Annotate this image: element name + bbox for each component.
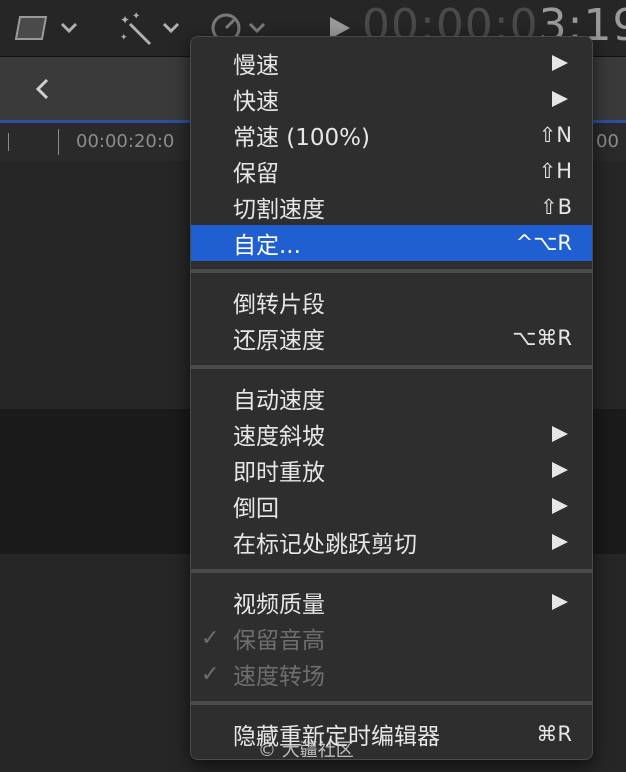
chevron-right-icon: [552, 498, 568, 514]
crop-icon: [14, 16, 48, 40]
menu-item-label: 保留: [233, 161, 279, 187]
chevron-down-icon: [162, 22, 180, 34]
menu-item-custom[interactable]: 自定... ^⌥R: [191, 225, 592, 261]
menu-item-label: 还原速度: [233, 328, 325, 354]
menu-item-label: 视频质量: [233, 592, 325, 618]
retime-context-menu: 慢速 快速 常速 (100%) ⇧N 保留 ⇧H 切割速度 ⇧B 自定... ^…: [190, 36, 593, 760]
menu-item-hide-retime-editor[interactable]: 隐藏重新定时编辑器 ⌘R: [191, 716, 592, 752]
chevron-right-icon: [552, 534, 568, 550]
menu-item-label: 自定...: [233, 233, 301, 259]
menu-item-slow[interactable]: 慢速: [191, 45, 592, 81]
menu-item-fast[interactable]: 快速: [191, 81, 592, 117]
menu-item-label: 速度转场: [233, 664, 325, 690]
crop-menu-button[interactable]: [14, 8, 80, 48]
menu-item-label: 倒转片段: [233, 292, 325, 318]
menu-item-video-quality[interactable]: 视频质量: [191, 584, 592, 620]
menu-item-label: 倒回: [233, 496, 279, 522]
menu-item-shortcut: ^⌥R: [515, 231, 572, 255]
menu-item-label: 即时重放: [233, 460, 325, 486]
chevron-right-icon: [552, 426, 568, 442]
menu-item-label: 在标记处跳跃剪切: [233, 532, 417, 558]
svg-text:✦: ✦: [120, 13, 130, 27]
menu-separator: [191, 701, 592, 705]
menu-item-jump-cut-at-markers[interactable]: 在标记处跳跃剪切: [191, 524, 592, 560]
chevron-down-icon: [60, 22, 78, 34]
svg-text:✦: ✦: [120, 33, 128, 43]
menu-item-reverse-clip[interactable]: 倒转片段: [191, 284, 592, 320]
ruler-tick: [8, 133, 9, 151]
ruler-label: 00:00:20:0: [76, 131, 175, 152]
menu-item-label: 慢速: [233, 53, 279, 79]
enhance-menu-button[interactable]: ✦ ✦ ✦: [118, 8, 182, 48]
menu-item-shortcut: ⇧N: [538, 123, 572, 147]
menu-item-label: 自动速度: [233, 388, 325, 414]
chevron-left-icon: [35, 78, 49, 100]
chevron-right-icon: [552, 55, 568, 71]
menu-item-label: 快速: [233, 89, 279, 115]
chevron-right-icon: [552, 462, 568, 478]
menu-item-shortcut: ⇧B: [539, 195, 572, 219]
menu-item-shortcut: ⇧H: [538, 159, 572, 183]
menu-item-rewind[interactable]: 倒回: [191, 488, 592, 524]
watermark: © 大疆社区: [258, 740, 354, 761]
menu-item-speed-ramp[interactable]: 速度斜坡: [191, 416, 592, 452]
chevron-right-icon: [552, 594, 568, 610]
checkmark-icon: ✓: [201, 625, 220, 651]
menu-item-label: 常速 (100%): [233, 125, 371, 151]
chevron-down-icon: [248, 22, 266, 34]
chevron-right-icon: [552, 91, 568, 107]
menu-item-reset-speed[interactable]: 还原速度 ⌥⌘R: [191, 320, 592, 356]
menu-separator: [191, 269, 592, 273]
menu-item-label: 切割速度: [233, 197, 325, 223]
menu-item-hold[interactable]: 保留 ⇧H: [191, 153, 592, 189]
menu-separator: [191, 569, 592, 573]
menu-item-instant-replay[interactable]: 即时重放: [191, 452, 592, 488]
menu-item-automatic-speed[interactable]: 自动速度: [191, 380, 592, 416]
back-button[interactable]: [30, 75, 54, 103]
ruler-tick: [58, 129, 59, 155]
svg-text:✦: ✦: [132, 11, 140, 22]
menu-item-blade-speed[interactable]: 切割速度 ⇧B: [191, 189, 592, 225]
ruler-label: 00: [596, 131, 619, 152]
menu-item-preserve-pitch: ✓ 保留音高: [191, 620, 592, 656]
menu-item-label: 速度斜坡: [233, 424, 325, 450]
menu-item-shortcut: ⌘R: [536, 722, 572, 746]
magic-wand-icon: ✦ ✦ ✦: [120, 11, 152, 46]
menu-item-speed-transitions: ✓ 速度转场: [191, 656, 592, 692]
menu-item-label: 保留音高: [233, 628, 325, 654]
menu-item-normal-speed[interactable]: 常速 (100%) ⇧N: [191, 117, 592, 153]
checkmark-icon: ✓: [201, 661, 220, 687]
menu-separator: [191, 365, 592, 369]
menu-item-shortcut: ⌥⌘R: [512, 326, 572, 350]
